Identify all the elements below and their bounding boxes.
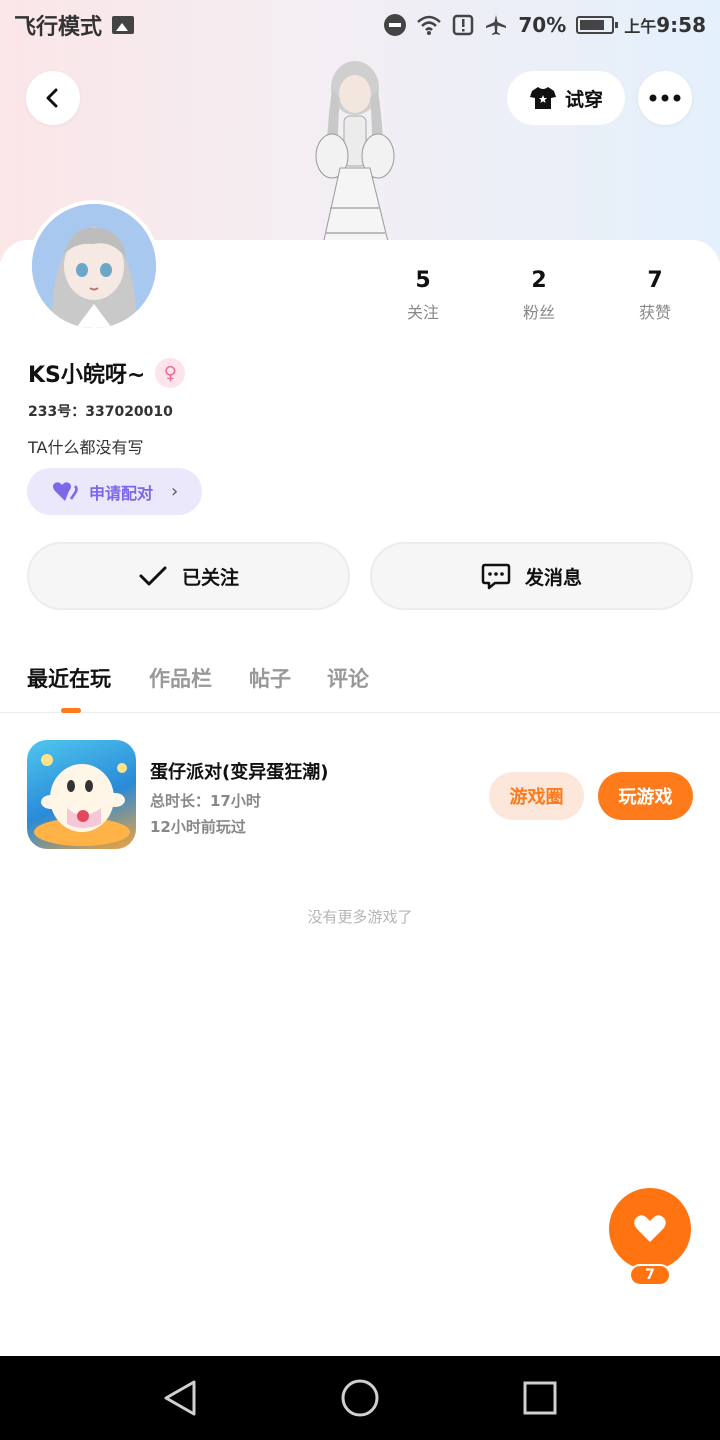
battery-percent: 70% — [518, 13, 567, 37]
circle-home-icon — [341, 1379, 379, 1417]
battery-icon — [576, 16, 619, 34]
user-id: 233号：337020010 — [28, 404, 173, 420]
game-circle-button[interactable]: 游戏圈 — [489, 772, 584, 820]
game-title[interactable]: 蛋仔派对(变异蛋狂潮) — [150, 758, 328, 784]
game-last-played: 12小时前玩过 — [150, 818, 246, 836]
double-heart-icon — [53, 481, 78, 501]
game-total-duration: 总时长：17小时 — [150, 792, 261, 810]
likes-received-label: 获赞 — [638, 303, 671, 322]
username: KS小皖呀~ — [28, 363, 146, 388]
apply-pair-button[interactable]: 申请配对 › — [27, 468, 202, 515]
followers-count: 2 — [531, 268, 547, 293]
do-not-disturb-icon — [384, 14, 407, 36]
female-gender-icon: ♀ — [155, 358, 186, 388]
apply-pair-label: 申请配对 — [89, 483, 154, 503]
send-message-label: 发消息 — [524, 566, 582, 589]
image-notification-icon — [112, 16, 135, 34]
chevron-right-icon: › — [171, 481, 179, 502]
likes-received-count: 7 — [647, 268, 663, 293]
avatar-3d-figure[interactable] — [280, 58, 430, 258]
nav-home-button[interactable] — [338, 1376, 382, 1420]
eggy-party-icon — [34, 754, 130, 846]
airplane-icon — [486, 15, 507, 35]
game-list-item[interactable]: 蛋仔派对(变异蛋狂潮) 总时长：17小时 12小时前玩过 游戏圈 玩游戏 — [0, 740, 720, 852]
check-icon — [139, 566, 167, 586]
try-on-label: 试穿 — [564, 88, 603, 111]
user-bio: TA什么都没有写 — [28, 438, 144, 457]
alert-icon — [453, 14, 474, 36]
heart-icon — [634, 1215, 666, 1242]
like-button[interactable] — [609, 1188, 691, 1270]
profile-stats: 5 关注 2 粉丝 7 获赞 — [0, 268, 720, 328]
like-count-badge: 7 — [629, 1264, 671, 1286]
likes-stat[interactable]: 7 获赞 — [610, 268, 700, 323]
more-options-button[interactable] — [638, 71, 692, 125]
game-app-icon[interactable] — [27, 740, 136, 849]
followers-label: 粉丝 — [522, 303, 555, 322]
following-button[interactable]: 已关注 — [27, 542, 350, 610]
no-more-games-note: 没有更多游戏了 — [307, 908, 413, 926]
status-bar: 飞行模式 70% 上午9:58 — [0, 0, 720, 50]
clock-time: 9:58 — [656, 13, 706, 37]
back-button[interactable] — [26, 71, 80, 125]
shirt-icon — [529, 87, 556, 109]
profile-tabs: 最近在玩 作品栏 帖子 评论 — [0, 655, 720, 713]
more-dots-icon — [649, 94, 681, 102]
nav-recents-button[interactable] — [518, 1376, 562, 1420]
triangle-back-icon — [164, 1380, 196, 1416]
tab-comments[interactable]: 评论 — [327, 663, 369, 693]
system-navigation-bar — [0, 1356, 720, 1440]
following-label: 关注 — [406, 303, 439, 322]
followers-stat[interactable]: 2 粉丝 — [494, 268, 584, 323]
tab-works[interactable]: 作品栏 — [149, 663, 212, 693]
chevron-left-icon — [46, 88, 58, 108]
wifi-icon — [417, 15, 442, 35]
nav-back-button[interactable] — [158, 1376, 202, 1420]
chat-bubble-icon — [481, 563, 511, 590]
active-tab-indicator — [61, 708, 81, 713]
following-button-label: 已关注 — [181, 566, 239, 589]
airplane-mode-label: 飞行模式 — [14, 15, 103, 40]
username-row: KS小皖呀~ ♀ — [28, 357, 186, 389]
tab-recently-played[interactable]: 最近在玩 — [27, 663, 111, 693]
time-prefix: 上午 — [624, 17, 657, 36]
try-on-button[interactable]: 试穿 — [507, 71, 625, 125]
square-recents-icon — [523, 1381, 557, 1415]
following-stat[interactable]: 5 关注 — [378, 268, 468, 323]
send-message-button[interactable]: 发消息 — [370, 542, 693, 610]
play-game-button[interactable]: 玩游戏 — [598, 772, 693, 820]
tab-posts[interactable]: 帖子 — [249, 663, 291, 693]
following-count: 5 — [415, 268, 431, 293]
